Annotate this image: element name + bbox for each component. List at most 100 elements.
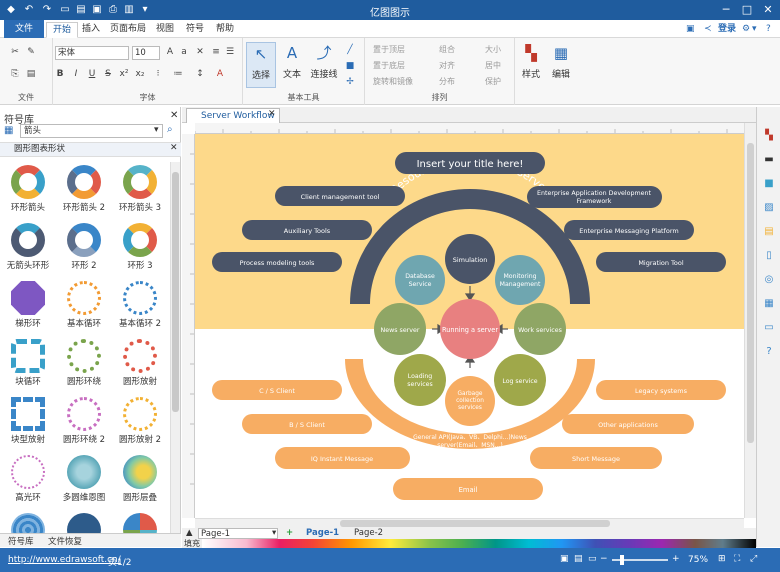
page-up-icon[interactable]: ▲ xyxy=(186,528,193,539)
numbering-icon[interactable]: ≔ xyxy=(171,68,185,81)
shape-circular-stack[interactable]: 圆形层叠 xyxy=(112,452,168,510)
shape-trapezoid-ring[interactable]: 梯形环 xyxy=(0,278,56,336)
data-icon[interactable]: ▦ xyxy=(762,297,776,311)
shape-basic-cycle-2[interactable]: 基本循环 2 xyxy=(112,278,168,336)
color-swatches[interactable] xyxy=(202,539,756,548)
canvas-vscroll-thumb[interactable] xyxy=(747,143,754,443)
template-icon[interactable]: ▣ xyxy=(686,23,695,36)
layers-icon[interactable]: ▤ xyxy=(762,225,776,239)
shape-ring-2[interactable]: 环形 2 xyxy=(56,220,112,278)
fit-width-icon[interactable]: ⊞ xyxy=(718,554,726,564)
select-tool-button[interactable]: ↖ 选择 xyxy=(246,42,276,88)
node-database-service[interactable] xyxy=(395,255,445,305)
page-select-dropdown-icon[interactable]: ▾ xyxy=(272,528,276,539)
style-button[interactable]: ▚ 样式 xyxy=(516,42,546,88)
shape-ring-arrow-3[interactable]: 环形箭头 3 xyxy=(112,162,168,220)
line-style-icon[interactable]: ▬ xyxy=(762,153,776,167)
subscript-icon[interactable]: x₂ xyxy=(133,68,147,81)
shrink-font-icon[interactable]: a xyxy=(177,46,191,59)
strikethrough-icon[interactable]: S xyxy=(101,68,115,81)
search-dropdown-icon[interactable]: ▾ xyxy=(154,125,159,135)
canvas-vertical-scrollbar[interactable] xyxy=(744,123,756,518)
website-link[interactable]: http://www.edrawsoft.cn/ xyxy=(8,555,121,565)
shape-basic-cycle[interactable]: 基本循环 xyxy=(56,278,112,336)
shadow-icon[interactable]: ■ xyxy=(762,177,776,191)
shape-block-radial[interactable]: 块型放射 xyxy=(0,394,56,452)
font-color-icon[interactable]: A xyxy=(213,68,227,81)
font-size-select[interactable]: 10 xyxy=(132,46,160,60)
library-menu-icon[interactable]: ▦ xyxy=(4,125,13,136)
close-doc-tab-icon[interactable]: ✕ xyxy=(268,109,276,119)
node-loading-services[interactable] xyxy=(394,354,446,406)
copy-icon[interactable]: ⎘ xyxy=(8,68,22,81)
comment-icon[interactable]: ▭ xyxy=(762,321,776,335)
group-button[interactable]: 组合 xyxy=(439,44,455,56)
zoom-in-button[interactable]: + xyxy=(672,554,680,564)
close-library-icon[interactable]: ✕ xyxy=(170,110,178,121)
tab-page-1[interactable]: Page-1 xyxy=(306,528,339,539)
fullscreen-icon[interactable]: ⤢ xyxy=(750,554,757,564)
bold-icon[interactable]: B xyxy=(53,68,67,81)
help-icon[interactable]: ? xyxy=(766,23,771,36)
format-painter-icon[interactable]: ✎ xyxy=(24,46,38,59)
tab-page-layout[interactable]: 页面布局 xyxy=(108,22,148,38)
shape-circular-surround-2[interactable]: 圆形环绕 2 xyxy=(56,394,112,452)
explorer-icon[interactable]: ◎ xyxy=(762,273,776,287)
canvas-hscroll-thumb[interactable] xyxy=(340,520,610,527)
help-panel-icon[interactable]: ? xyxy=(762,345,776,359)
connection-point-icon[interactable]: ✢ xyxy=(343,76,357,89)
page-icon[interactable]: ▯ xyxy=(762,249,776,263)
rectangle-tool-icon[interactable]: ■ xyxy=(343,60,357,73)
share-icon[interactable]: ≺ xyxy=(704,23,712,36)
search-icon[interactable]: ⌕ xyxy=(167,124,173,135)
shape-ring-3[interactable]: 环形 3 xyxy=(112,220,168,278)
tab-file-recovery[interactable]: 文件恢复 xyxy=(48,535,82,547)
distribute-button[interactable]: 分布 xyxy=(439,76,455,88)
tab-help[interactable]: 帮助 xyxy=(214,22,236,38)
tab-page-2[interactable]: Page-2 xyxy=(354,528,383,539)
shape-ring-arrow[interactable]: 环形箭头 xyxy=(0,162,56,220)
center-button[interactable]: 居中 xyxy=(485,60,501,72)
font-name-select[interactable]: 宋体 xyxy=(55,46,129,60)
shape-ring-arrow-2[interactable]: 环形箭头 2 xyxy=(56,162,112,220)
size-button[interactable]: 大小 xyxy=(485,44,501,56)
fit-page-icon[interactable]: ⛶ xyxy=(734,554,740,564)
clear-format-icon[interactable]: ✕ xyxy=(193,46,207,59)
zoom-slider[interactable] xyxy=(612,555,668,565)
close-category-icon[interactable]: ✕ xyxy=(170,143,178,153)
protect-button[interactable]: 保护 xyxy=(485,76,501,88)
shape-highlight-ring[interactable]: 高光环 xyxy=(0,452,56,510)
line-spacing-icon[interactable]: ☰ xyxy=(223,46,237,59)
login-link[interactable]: 登录 xyxy=(718,23,736,36)
superscript-icon[interactable]: x² xyxy=(117,68,131,81)
library-scroll-thumb[interactable] xyxy=(172,172,179,412)
line-tool-icon[interactable]: ╱ xyxy=(343,44,357,57)
grow-font-icon[interactable]: A xyxy=(163,46,177,59)
tab-view[interactable]: 视图 xyxy=(154,22,176,38)
view-normal-icon[interactable]: ▣ xyxy=(560,554,569,564)
rotate-mirror[interactable]: 旋转和镜像 xyxy=(373,76,413,88)
connector-tool-button[interactable]: ⤴ 连接线 xyxy=(307,42,341,88)
cut-icon[interactable]: ✂ xyxy=(8,46,22,59)
shape-ring-no-arrow[interactable]: 无箭头环形 xyxy=(0,220,56,278)
doc-tab-server-workflow[interactable]: Server Workflow xyxy=(186,108,280,123)
bring-to-front[interactable]: 置于顶层 xyxy=(373,44,405,56)
italic-icon[interactable]: I xyxy=(69,68,83,81)
tab-symbol-library[interactable]: 符号库 xyxy=(8,535,34,547)
shape-multi-venn[interactable]: 多圆维恩图 xyxy=(56,452,112,510)
align-button[interactable]: 对齐 xyxy=(439,60,455,72)
shape-circular-surround[interactable]: 圆形环绕 xyxy=(56,336,112,394)
add-page-icon[interactable]: + xyxy=(286,528,293,539)
library-scrollbar[interactable] xyxy=(170,162,180,542)
node-monitoring-management[interactable] xyxy=(495,255,545,305)
settings-gear-icon[interactable]: ⚙ xyxy=(742,23,750,36)
close-button[interactable]: ✕ xyxy=(758,2,778,18)
drawing-canvas[interactable]: Resource management server Insert your t… xyxy=(195,134,744,518)
tab-insert[interactable]: 插入 xyxy=(80,22,102,38)
paste-icon[interactable]: ▤ xyxy=(24,68,38,81)
shape-circular-radial-2[interactable]: 圆形放射 2 xyxy=(112,394,168,452)
tab-symbol[interactable]: 符号 xyxy=(184,22,206,38)
align-left-icon[interactable]: ≡ xyxy=(209,46,223,59)
tab-file[interactable]: 文件 xyxy=(4,20,44,38)
send-to-back[interactable]: 置于底层 xyxy=(373,60,405,72)
